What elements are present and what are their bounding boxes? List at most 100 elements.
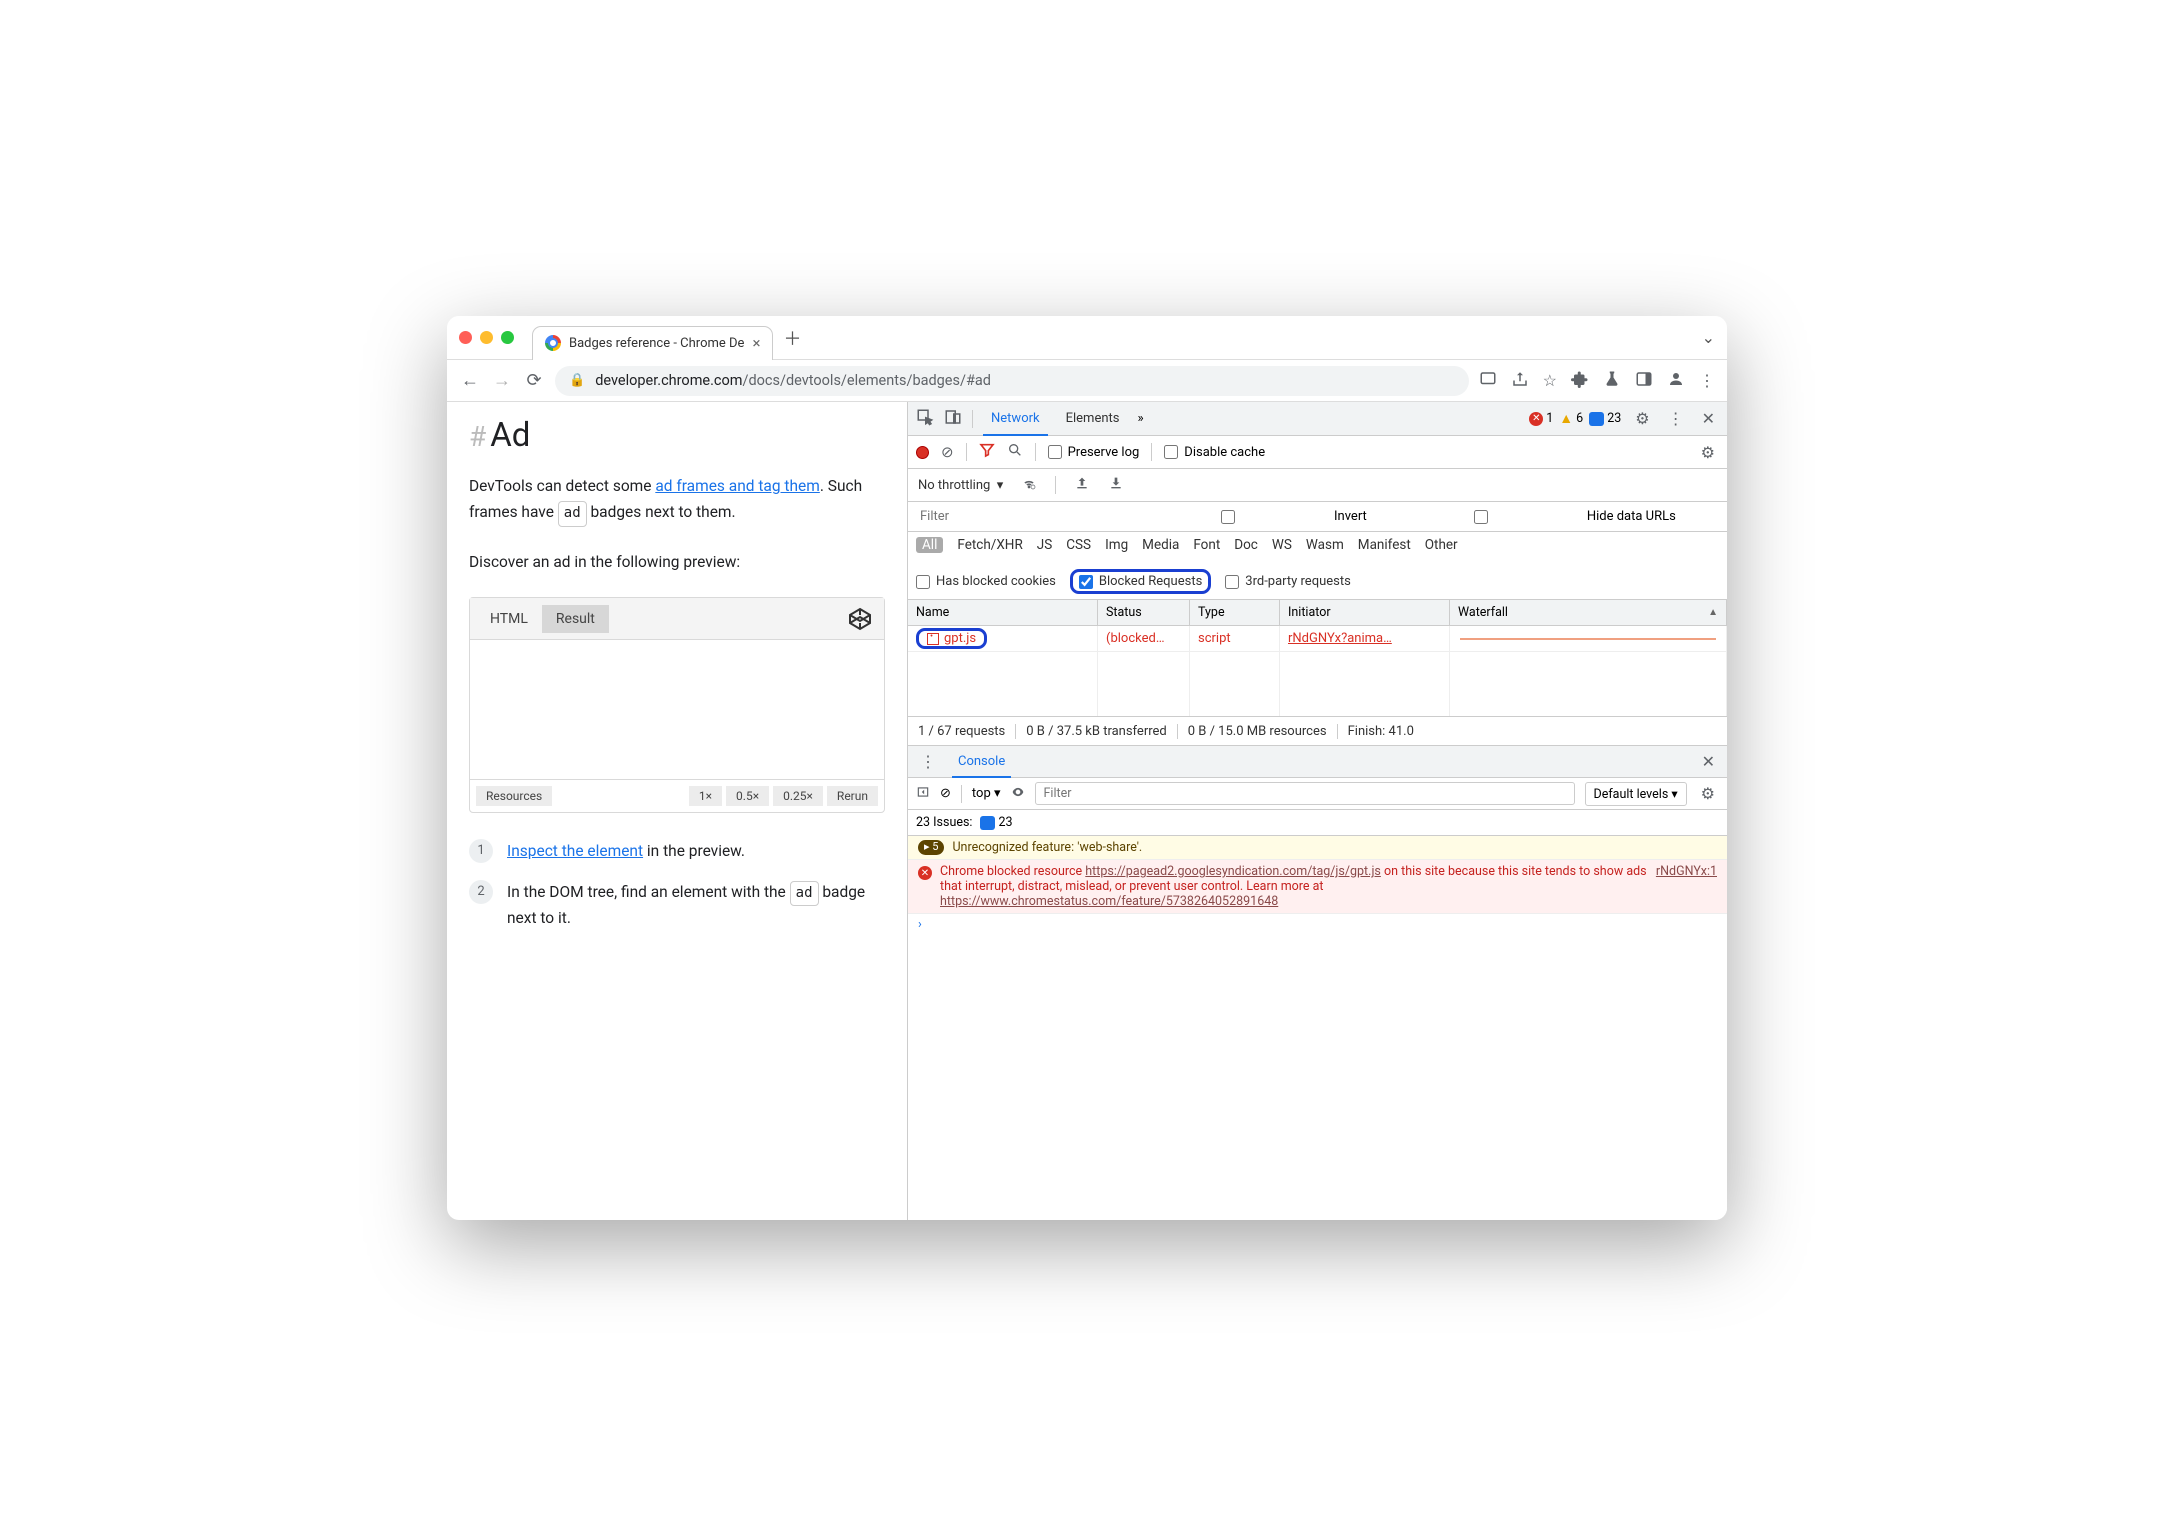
blocked-requests-checkbox[interactable]: Blocked Requests xyxy=(1079,574,1202,589)
warning-count[interactable]: ▲6 xyxy=(1559,410,1583,427)
codepen-rerun-button[interactable]: Rerun xyxy=(827,786,878,806)
share-icon[interactable] xyxy=(1511,370,1529,392)
tabs-chevron-down-icon[interactable]: ⌄ xyxy=(1702,328,1715,347)
clear-console-icon[interactable]: ⊘ xyxy=(940,786,951,801)
hash-anchor-icon[interactable]: # xyxy=(469,420,486,453)
inspect-element-link[interactable]: Inspect the element xyxy=(507,842,643,860)
settings-gear-icon[interactable]: ⚙ xyxy=(1631,409,1653,428)
codepen-zoom-025x[interactable]: 0.25× xyxy=(773,786,823,806)
titlebar: Badges reference - Chrome De × ＋ ⌄ xyxy=(447,316,1727,360)
close-devtools-button[interactable]: ✕ xyxy=(1698,409,1719,428)
col-initiator[interactable]: Initiator xyxy=(1280,600,1450,625)
console-error-row[interactable]: ✕ Chrome blocked resource https://pagead… xyxy=(908,860,1727,914)
codepen-tab-result[interactable]: Result xyxy=(542,605,609,633)
network-row[interactable]: gpt.js (blocked… script rNdGNYx?anima… xyxy=(908,626,1727,652)
profile-avatar-icon[interactable] xyxy=(1667,370,1685,392)
record-button[interactable] xyxy=(916,446,929,459)
menu-kebab-icon[interactable]: ⋮ xyxy=(1699,371,1715,390)
codepen-zoom-1x[interactable]: 1× xyxy=(689,786,722,806)
bookmark-star-icon[interactable]: ☆ xyxy=(1543,371,1557,390)
close-drawer-button[interactable]: ✕ xyxy=(1698,752,1719,771)
tab-network[interactable]: Network xyxy=(983,403,1048,436)
url-bar[interactable]: 🔒 developer.chrome.com/docs/devtools/ele… xyxy=(555,366,1469,396)
console-sidebar-toggle-icon[interactable] xyxy=(916,785,930,803)
forward-button[interactable]: → xyxy=(491,370,513,391)
filter-doc[interactable]: Doc xyxy=(1234,537,1258,553)
back-button[interactable]: ← xyxy=(459,370,481,391)
console-filter-input[interactable] xyxy=(1035,782,1575,805)
search-icon[interactable] xyxy=(1007,442,1023,462)
minimize-window-button[interactable] xyxy=(480,331,493,344)
filter-other[interactable]: Other xyxy=(1425,537,1458,553)
filter-fetch[interactable]: Fetch/XHR xyxy=(957,537,1022,553)
codepen-logo-icon[interactable] xyxy=(848,607,872,631)
error-source-link[interactable]: rNdGNYx:1 xyxy=(1656,864,1717,909)
message-count[interactable]: 23 xyxy=(1589,411,1621,426)
invert-checkbox[interactable]: Invert xyxy=(1128,509,1367,524)
col-waterfall[interactable]: Waterfall▲ xyxy=(1450,600,1727,625)
maximize-window-button[interactable] xyxy=(501,331,514,344)
blocked-cookies-label: Has blocked cookies xyxy=(936,574,1056,589)
blocked-resource-link[interactable]: https://pagead2.googlesyndication.com/ta… xyxy=(1085,864,1381,879)
col-type[interactable]: Type xyxy=(1190,600,1280,625)
blocked-cookies-checkbox[interactable]: Has blocked cookies xyxy=(916,574,1056,589)
sidepanel-icon[interactable] xyxy=(1635,370,1653,392)
request-initiator-link[interactable]: rNdGNYx?anima… xyxy=(1280,626,1450,651)
reload-button[interactable]: ⟳ xyxy=(523,370,545,391)
throttling-select[interactable]: No throttling ▾ xyxy=(918,478,1003,493)
filter-font[interactable]: Font xyxy=(1193,537,1220,553)
filter-manifest[interactable]: Manifest xyxy=(1358,537,1411,553)
codepen-result-frame[interactable] xyxy=(470,640,884,780)
filter-js[interactable]: JS xyxy=(1037,537,1052,553)
filter-img[interactable]: Img xyxy=(1105,537,1128,553)
network-filter-input[interactable] xyxy=(914,506,1114,527)
log-levels-select[interactable]: Default levels ▾ xyxy=(1585,782,1687,806)
request-type: script xyxy=(1190,626,1280,651)
disable-cache-checkbox[interactable]: Disable cache xyxy=(1164,445,1265,460)
devtools-menu-icon[interactable]: ⋮ xyxy=(1664,409,1688,428)
upload-icon[interactable] xyxy=(1074,475,1090,495)
filter-ws[interactable]: WS xyxy=(1272,537,1292,553)
col-name[interactable]: Name xyxy=(908,600,1098,625)
close-tab-button[interactable]: × xyxy=(752,334,760,352)
context-select[interactable]: top ▾ xyxy=(972,786,1001,801)
wifi-icon[interactable] xyxy=(1021,475,1037,495)
filter-all[interactable]: All xyxy=(916,537,943,553)
extensions-puzzle-icon[interactable] xyxy=(1571,370,1589,392)
codepen-zoom-05x[interactable]: 0.5× xyxy=(726,786,769,806)
browser-tab[interactable]: Badges reference - Chrome De × xyxy=(532,326,773,360)
labs-flask-icon[interactable] xyxy=(1603,370,1621,392)
col-status[interactable]: Status xyxy=(1098,600,1190,625)
learn-more-link[interactable]: https://www.chromestatus.com/feature/573… xyxy=(940,894,1278,909)
filter-media[interactable]: Media xyxy=(1142,537,1179,553)
hide-urls-checkbox[interactable]: Hide data URLs xyxy=(1381,509,1676,524)
console-warning-row[interactable]: ▸ 5 Unrecognized feature: 'web-share'. xyxy=(908,836,1727,860)
warning-expand-badge[interactable]: ▸ 5 xyxy=(918,840,944,855)
more-tabs-chevron-icon[interactable]: » xyxy=(1138,411,1144,426)
clear-button[interactable]: ⊘ xyxy=(941,443,954,461)
install-app-icon[interactable] xyxy=(1479,370,1497,392)
console-settings-icon[interactable]: ⚙ xyxy=(1697,784,1719,803)
tab-elements[interactable]: Elements xyxy=(1058,402,1128,435)
ad-frames-link[interactable]: ad frames and tag them xyxy=(655,477,820,495)
download-icon[interactable] xyxy=(1108,475,1124,495)
console-prompt[interactable]: › xyxy=(908,914,1727,935)
network-settings-icon[interactable]: ⚙ xyxy=(1697,443,1719,462)
close-window-button[interactable] xyxy=(459,331,472,344)
new-tab-button[interactable]: ＋ xyxy=(783,325,801,351)
codepen-resources-button[interactable]: Resources xyxy=(476,786,552,806)
console-menu-icon[interactable]: ⋮ xyxy=(916,752,940,771)
third-party-checkbox[interactable]: 3rd-party requests xyxy=(1225,574,1351,589)
preserve-log-checkbox[interactable]: Preserve log xyxy=(1048,445,1140,460)
device-toggle-icon[interactable] xyxy=(944,408,962,430)
issues-count[interactable]: 23 xyxy=(980,815,1012,830)
filter-wasm[interactable]: Wasm xyxy=(1306,537,1344,553)
console-tab[interactable]: Console xyxy=(952,747,1011,778)
filter-funnel-icon[interactable] xyxy=(979,442,995,462)
live-expression-eye-icon[interactable] xyxy=(1011,785,1025,803)
codepen-tabs: HTML Result xyxy=(470,598,884,640)
filter-css[interactable]: CSS xyxy=(1066,537,1091,553)
error-count[interactable]: ✕1 xyxy=(1529,411,1553,426)
codepen-tab-html[interactable]: HTML xyxy=(476,605,542,633)
inspect-element-icon[interactable] xyxy=(916,408,934,430)
